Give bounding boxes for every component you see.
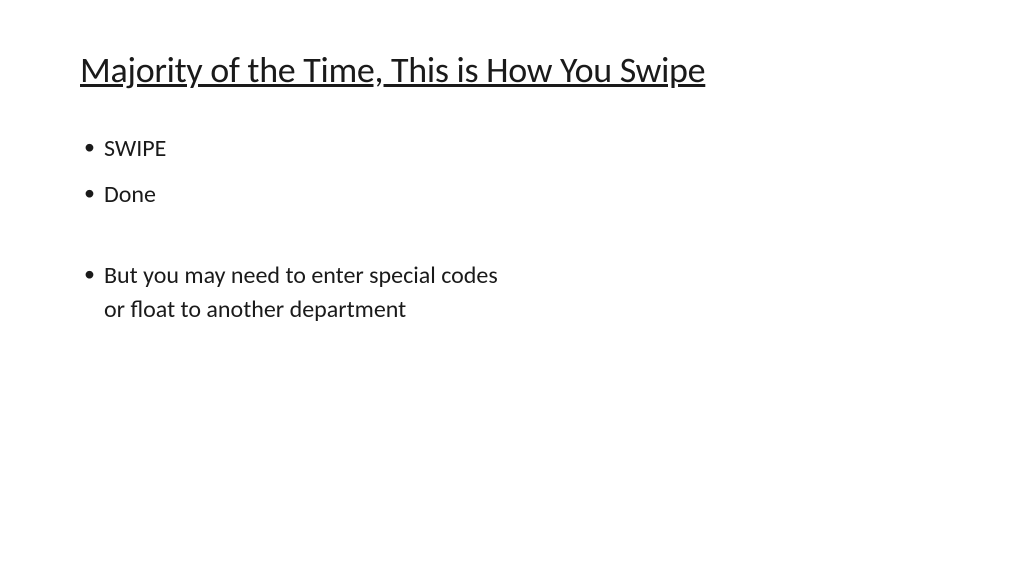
spacer	[80, 223, 500, 259]
bullet-item: Done	[80, 178, 500, 212]
bullet-list: SWIPE Done But you may need to enter spe…	[80, 132, 500, 326]
bullet-item: But you may need to enter special codes …	[80, 259, 500, 326]
bullet-item: SWIPE	[80, 132, 500, 166]
slide-title: Majority of the Time, This is How You Sw…	[80, 48, 944, 92]
